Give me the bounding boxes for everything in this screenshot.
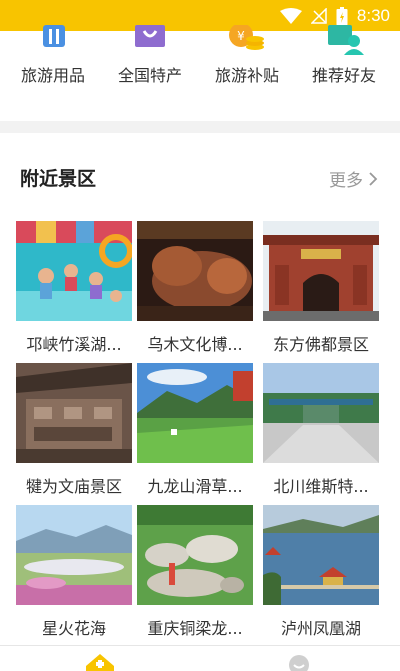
scenic-card-zhuxi-lake[interactable]: 邛峡竹溪湖... [16,221,132,361]
quick-entry-label: 全国特产 [117,66,182,85]
quick-entry-subsidy[interactable]: ¥ 旅游补贴 [197,25,297,121]
scenic-photo-ebony-carving [137,221,253,321]
scenic-name: 北川维斯特... [273,477,369,496]
scenic-card-buddha-capital[interactable]: 东方佛都景区 [263,221,379,361]
scenic-name: 邛峡竹溪湖... [26,335,122,354]
bottom-tab-bar [0,645,400,671]
scenic-card-jiulong-mountain[interactable]: 九龙山滑草... [137,363,253,503]
scenic-name: 九龙山滑草... [147,477,243,496]
home-tab-icon[interactable] [86,654,114,671]
no-signal-icon [310,8,327,24]
scenic-photo-lake-pavilion [263,505,379,605]
profile-tab-icon[interactable] [288,654,310,671]
scenic-photo-buddha-gate [263,221,379,321]
app-screen: 8:30 旅游用品 全国特产 ¥ 旅游补贴 推荐好友 附近景区 更多 邛峡竹溪湖… [0,0,400,671]
quick-entry-travel-goods[interactable]: 旅游用品 [3,25,103,121]
scenic-card-qianwei-temple[interactable]: 犍为文庙景区 [16,363,132,503]
scenic-card-flower-sea[interactable]: 星火花海 [16,505,132,645]
scenic-name: 重庆铜梁龙... [147,619,243,638]
scenic-photo-water-park [16,221,132,321]
scenic-card-phoenix-lake[interactable]: 泸州凤凰湖 [263,505,379,645]
scenic-name: 星火花海 [41,619,106,638]
scenic-name: 犍为文庙景区 [25,477,122,496]
scenic-photo-confucian-temple [16,363,132,463]
svg-text:¥: ¥ [237,29,245,43]
more-label: 更多 [329,171,363,191]
scenic-photo-grass-slope [137,363,253,463]
quick-entry-label: 旅游用品 [20,66,85,85]
scenic-card-ebony-museum[interactable]: 乌木文化博... [137,221,253,361]
scenic-photo-flower-valley [16,505,132,605]
scenic-name: 泸州凤凰湖 [280,619,361,638]
quick-entry-row: 旅游用品 全国特产 ¥ 旅游补贴 推荐好友 [0,25,400,121]
luggage-icon [43,25,65,47]
scenic-name: 乌木文化博... [147,335,243,354]
subsidy-coin-icon: ¥ [229,25,264,50]
quick-entry-recommend[interactable]: 推荐好友 [294,25,394,121]
recommend-friend-icon [328,25,364,55]
status-icons: 8:30 [279,5,390,27]
battery-icon [336,6,348,25]
specialty-bag-icon [135,25,165,47]
quick-entry-specialty[interactable]: 全国特产 [100,25,200,121]
quick-entry-label: 推荐好友 [311,66,376,85]
chevron-right-icon [369,171,378,186]
more-link[interactable]: 更多 [329,166,378,191]
scenic-name: 东方佛都景区 [272,335,369,354]
section-title: 附近景区 [20,168,97,190]
clock: 8:30 [356,6,390,25]
scenic-photo-beichuan-gate [263,363,379,463]
scenic-photo-stone-forest [137,505,253,605]
scenic-card-tongliang[interactable]: 重庆铜梁龙... [137,505,253,645]
section-divider [0,121,400,133]
scenic-card-beichuan[interactable]: 北川维斯特... [263,363,379,503]
wifi-icon [279,8,302,24]
quick-entry-label: 旅游补贴 [214,66,279,85]
